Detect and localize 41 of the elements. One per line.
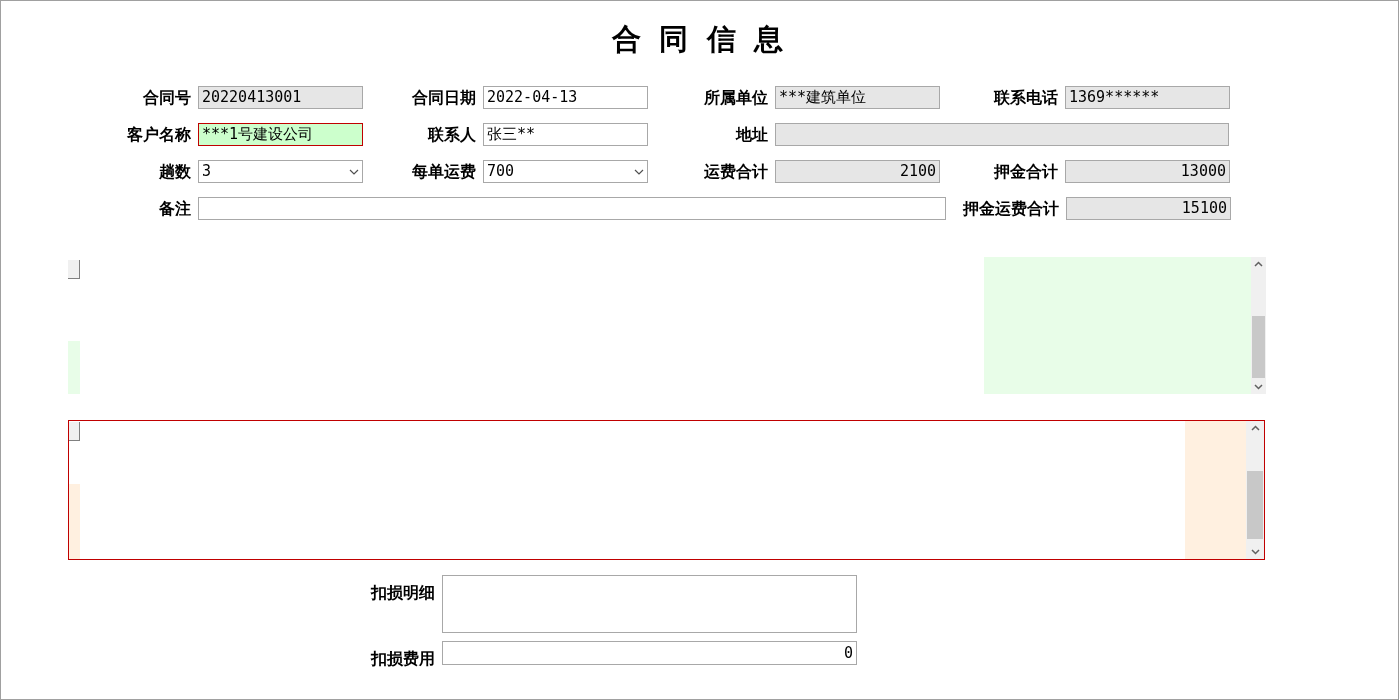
scrollbar-thumb[interactable] xyxy=(1252,316,1265,378)
field-label: 客户名称 xyxy=(126,124,192,145)
row-header-cell xyxy=(68,260,80,279)
field-label: 每单运费 xyxy=(411,161,477,182)
dropdown[interactable]: 700 xyxy=(483,160,648,183)
input-field[interactable]: 15100 xyxy=(1066,197,1231,220)
input-field[interactable]: 1369****** xyxy=(1065,86,1230,109)
input-field[interactable] xyxy=(198,197,946,220)
input-field[interactable]: 20220413001 xyxy=(198,86,363,109)
field-label: 联系电话 xyxy=(993,87,1059,108)
form-title: 合 同 信 息 xyxy=(612,21,787,58)
field-label: 地址 xyxy=(734,124,769,145)
field-label: 扣损费用 xyxy=(369,649,436,669)
input-field[interactable]: ***建筑单位 xyxy=(775,86,940,109)
row-header-cell xyxy=(69,422,80,441)
input-field[interactable] xyxy=(775,123,1229,146)
field-label: 运费合计 xyxy=(703,161,769,182)
field-label: 趟数 xyxy=(158,161,192,182)
field-label: 合同日期 xyxy=(411,87,477,108)
input-field[interactable]: 2022-04-13 xyxy=(483,86,648,109)
field-label: 联系人 xyxy=(427,124,477,145)
field-label: 所属单位 xyxy=(703,87,769,108)
input-field[interactable]: 0 xyxy=(442,641,857,665)
caret-icon[interactable] xyxy=(634,168,644,175)
field-label: 合同号 xyxy=(142,87,192,108)
dropdown[interactable]: 3 xyxy=(198,160,363,183)
scrollbar-thumb[interactable] xyxy=(1247,471,1263,539)
field-label: 押金合计 xyxy=(993,161,1059,182)
text-area[interactable] xyxy=(442,575,857,633)
field-label: 备注 xyxy=(158,198,192,219)
scroll-up-icon[interactable] xyxy=(1254,261,1263,267)
input-field[interactable]: ***1号建设公司 xyxy=(198,123,363,146)
input-field[interactable]: 张三** xyxy=(483,123,648,146)
scroll-down-icon[interactable] xyxy=(1254,384,1263,390)
input-field[interactable]: 13000 xyxy=(1065,160,1230,183)
scroll-down-icon[interactable] xyxy=(1250,549,1260,555)
field-label: 扣损明细 xyxy=(369,583,436,603)
field-label: 押金运费合计 xyxy=(962,198,1060,219)
input-field[interactable]: 2100 xyxy=(775,160,940,183)
caret-icon[interactable] xyxy=(349,168,359,175)
scroll-up-icon[interactable] xyxy=(1250,425,1260,431)
